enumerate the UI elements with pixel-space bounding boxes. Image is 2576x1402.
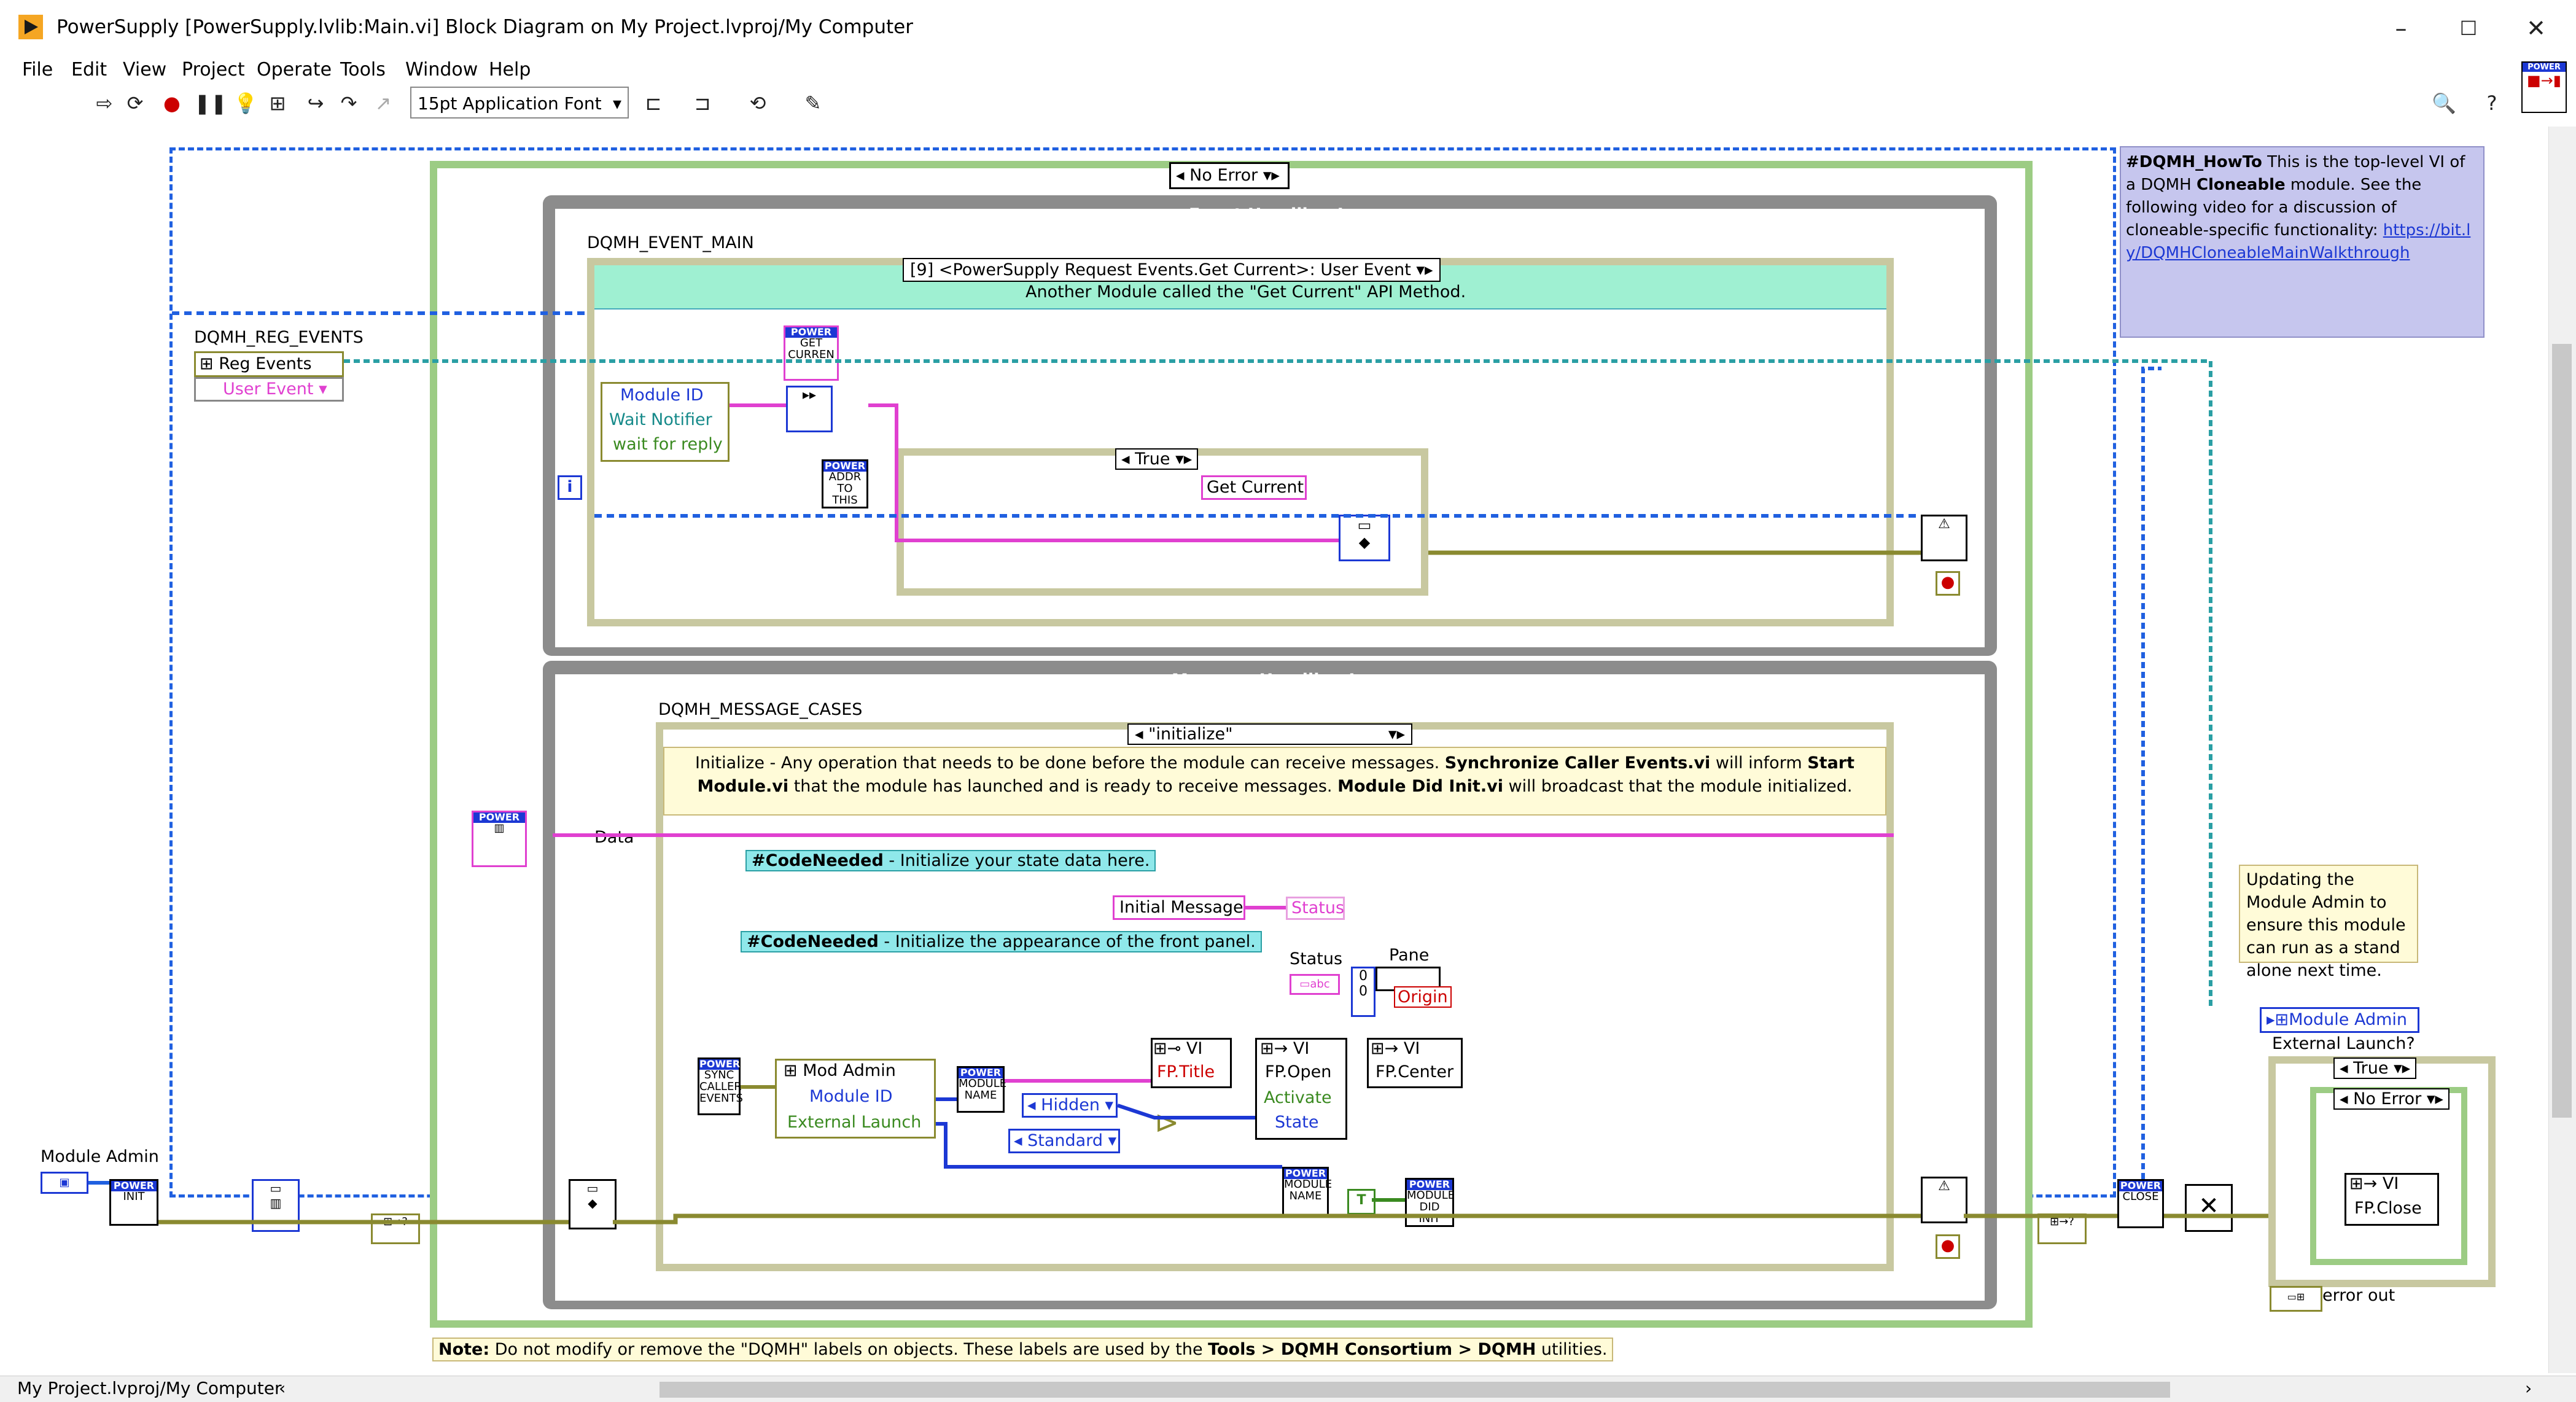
status-path: My Project.lvproj/My Computer (17, 1378, 282, 1398)
scroll-right-icon[interactable]: › (2525, 1378, 2532, 1398)
horizontal-scrollbar-thumb[interactable] (660, 1382, 2170, 1398)
wires-layer (88, 311, 2268, 1225)
scroll-left-icon[interactable]: ‹ (279, 1378, 286, 1398)
vertical-scrollbar-thumb[interactable] (2552, 344, 2572, 1118)
